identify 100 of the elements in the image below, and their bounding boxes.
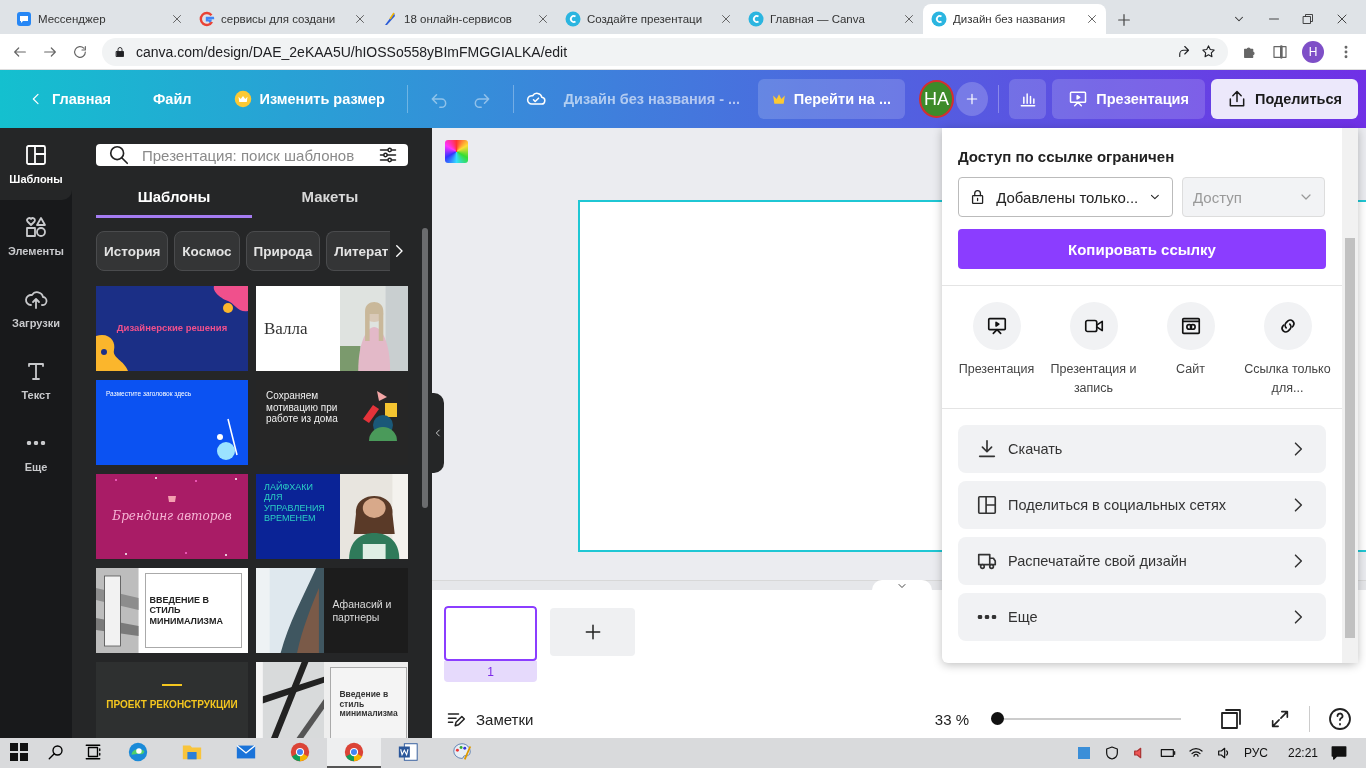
- template-thumbnail[interactable]: Валла: [256, 286, 408, 371]
- close-icon: [720, 13, 732, 25]
- slider-thumb[interactable]: [991, 712, 1004, 725]
- category-chip[interactable]: История: [96, 231, 169, 271]
- share-action[interactable]: Распечатайте свой дизайн: [958, 536, 1326, 585]
- feather-icon: [382, 11, 398, 27]
- search-icon: [46, 743, 65, 761]
- sidebar-label: Текст: [21, 389, 51, 401]
- help-button[interactable]: [1328, 707, 1352, 731]
- template-title: Сохраняем мотивацию при работе из дома: [266, 390, 339, 425]
- upgrade-button[interactable]: Перейти на ...: [757, 79, 905, 119]
- website-icon: [1179, 315, 1202, 337]
- browser-tab[interactable]: сервисы для создани: [191, 4, 374, 34]
- restore-icon: [1302, 13, 1314, 25]
- share-action[interactable]: Скачать: [958, 424, 1326, 473]
- template-thumbnail[interactable]: Брендинг авторов: [96, 474, 248, 559]
- template-thumbnail[interactable]: Афанасий и партнеры: [256, 568, 408, 653]
- task-view-icon: [83, 743, 102, 761]
- color-palette-icon[interactable]: [445, 140, 468, 163]
- zoom-reading: 33 %: [934, 710, 969, 728]
- more-icon: [26, 441, 46, 445]
- windows-icon: [9, 743, 28, 761]
- chevron-left-icon: [433, 428, 443, 438]
- share-icon: [1176, 44, 1191, 59]
- shapes-drawing: [362, 390, 398, 442]
- presentation-screen-icon: [985, 315, 1008, 337]
- lock-icon: [114, 45, 126, 58]
- side-panel-icon: [1272, 43, 1288, 60]
- browser-tab[interactable]: Мессенджер: [8, 4, 191, 34]
- collapse-panel-button[interactable]: [432, 393, 444, 473]
- download-icon: [976, 437, 998, 460]
- share-option[interactable]: Презентация: [948, 302, 1045, 398]
- page-number: 1: [444, 661, 537, 682]
- search-icon: [108, 144, 130, 166]
- category-chip[interactable]: Литерат: [326, 231, 391, 271]
- address-bar[interactable]: canva.com/design/DAE_2eKAA5U/hIOSSo558yBImFMGGIALKA/edit: [102, 37, 1228, 66]
- browser-tab[interactable]: 18 онлайн-сервисов: [374, 4, 557, 34]
- sidebar-label: Загрузки: [12, 317, 60, 329]
- google-icon: [199, 11, 215, 27]
- add-people-button[interactable]: [955, 82, 988, 116]
- share-action[interactable]: Еще: [958, 592, 1326, 641]
- edge-browser-icon[interactable]: [127, 741, 149, 763]
- template-thumbnail[interactable]: Дизайнерские решения: [96, 286, 248, 371]
- chrome-browser-icon[interactable]: [343, 741, 365, 763]
- browser-tab[interactable]: Главная — Canva: [740, 4, 923, 34]
- browser-tab[interactable]: Создайте презентаци: [557, 4, 740, 34]
- insights-button[interactable]: [1008, 79, 1047, 119]
- category-chip[interactable]: Космос: [174, 231, 240, 271]
- user-avatar[interactable]: НА: [919, 80, 954, 118]
- sidebar-item[interactable]: Шаблоны: [0, 128, 72, 200]
- template-thumbnail[interactable]: ЛАЙФХАКИ ДЛЯ УПРАВЛЕНИЯ ВРЕМЕНЕМ: [256, 474, 408, 559]
- template-title: ВВЕДЕНИЕ В СТИЛЬ МИНИМАЛИЗМА: [149, 595, 224, 626]
- share-option[interactable]: Презентация и запись: [1045, 302, 1142, 398]
- present-button[interactable]: Презентация: [1052, 79, 1205, 119]
- share-action[interactable]: Поделиться в социальных сетях: [958, 480, 1326, 529]
- paint-palette-icon[interactable]: [451, 741, 473, 763]
- keyboard-language[interactable]: РУС: [1243, 746, 1268, 760]
- template-thumbnail[interactable]: ПРОЕКТ РЕКОНСТРУКЦИИ: [96, 662, 248, 738]
- shield-icon: [1103, 745, 1120, 761]
- share-button[interactable]: Поделиться: [1210, 79, 1358, 119]
- close-icon: [1086, 13, 1098, 25]
- shapes-icon: [24, 215, 48, 239]
- filter-icon: [378, 145, 398, 165]
- copy-link-button[interactable]: Копировать ссылку: [958, 229, 1326, 269]
- clock[interactable]: 22:21: [1287, 746, 1318, 760]
- chrome-browser-icon[interactable]: [289, 741, 311, 763]
- close-icon: [537, 13, 549, 25]
- search-field[interactable]: Презентация: поиск шаблонов: [96, 144, 408, 166]
- share-option[interactable]: Ссылка только для...: [1239, 302, 1336, 398]
- fullscreen-button[interactable]: [1269, 708, 1291, 730]
- help-icon: [1328, 707, 1352, 731]
- browser-tab[interactable]: Дизайн без названия: [923, 4, 1106, 34]
- close-icon: [903, 13, 915, 25]
- template-thumbnail[interactable]: ВВЕДЕНИЕ В СТИЛЬ МИНИМАЛИЗМА: [96, 568, 248, 653]
- circles-drawing: [216, 418, 238, 460]
- template-title: Брендинг авторов: [112, 509, 232, 524]
- access-dropdown[interactable]: Добавлены только...: [958, 177, 1173, 217]
- word-document-icon[interactable]: [397, 741, 419, 763]
- panel-tab[interactable]: Макеты: [252, 178, 408, 218]
- pages-icon: [1219, 707, 1243, 731]
- star-icon: [1201, 44, 1216, 59]
- close-icon: [354, 13, 366, 25]
- panel-tab[interactable]: Шаблоны: [96, 178, 252, 218]
- crown-icon: [233, 90, 252, 108]
- sidebar-label: Элементы: [7, 245, 65, 257]
- canva-logo-icon: [748, 11, 764, 27]
- layout-icon: [24, 143, 48, 167]
- template-title: Введение в стиль минимализма: [339, 689, 398, 720]
- template-title: Афанасий и партнеры: [332, 598, 393, 623]
- more-icon: [977, 614, 997, 619]
- scrollbar[interactable]: [422, 228, 428, 508]
- notes-button[interactable]: Заметки: [446, 709, 534, 729]
- template-thumbnail[interactable]: Введение в стиль минимализма: [256, 662, 408, 738]
- grid-view-button[interactable]: [1219, 707, 1243, 731]
- scrollbar[interactable]: [1342, 128, 1358, 663]
- category-chip[interactable]: Природа: [245, 231, 321, 271]
- profile-avatar[interactable]: Н: [1302, 40, 1324, 63]
- share-option[interactable]: Сайт: [1142, 302, 1239, 398]
- reload-icon: [72, 43, 88, 60]
- template-title: Дизайнерские решения: [116, 323, 228, 334]
